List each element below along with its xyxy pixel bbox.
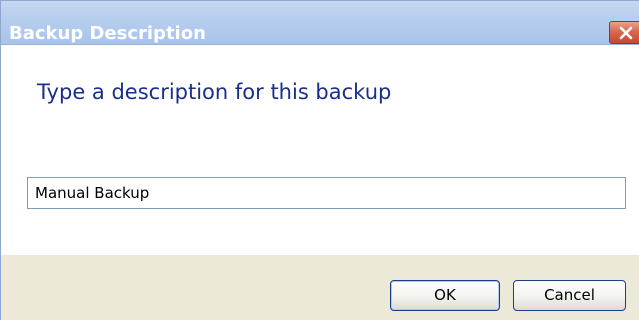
backup-description-dialog: Backup Description Type a description fo…: [0, 0, 639, 320]
backup-description-input[interactable]: [27, 177, 626, 209]
instruction-text: Type a description for this backup: [37, 80, 392, 104]
button-bar: OK Cancel: [1, 255, 639, 320]
ok-button[interactable]: OK: [390, 280, 500, 311]
title-bar[interactable]: Backup Description: [1, 1, 639, 45]
dialog-body: Type a description for this backup: [1, 45, 639, 255]
close-icon: [619, 26, 633, 40]
dialog-title: Backup Description: [9, 23, 206, 44]
cancel-button[interactable]: Cancel: [513, 280, 626, 311]
close-button[interactable]: [609, 21, 639, 44]
